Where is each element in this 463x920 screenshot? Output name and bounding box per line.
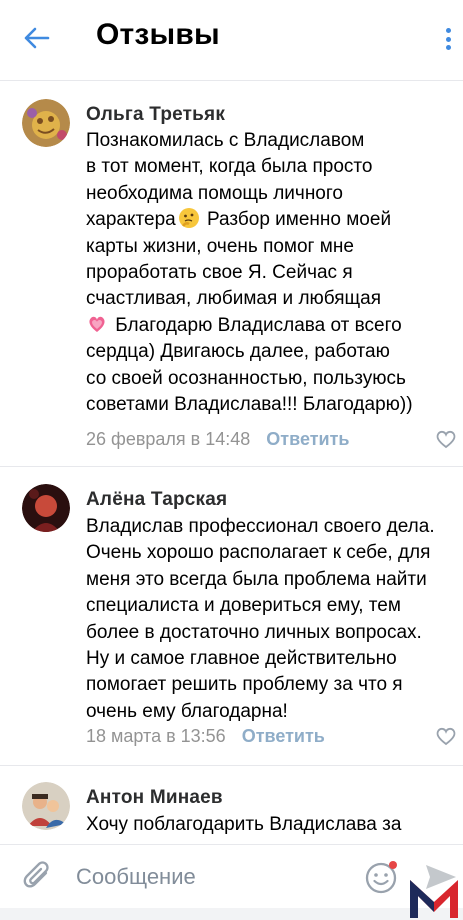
growing-heart-emoji (89, 316, 105, 332)
heart-icon[interactable] (435, 429, 457, 449)
comment-divider (0, 466, 463, 467)
comment-date[interactable]: 18 марта в 13:56 (86, 726, 226, 747)
bottom-bar (0, 908, 463, 920)
more-button[interactable] (437, 24, 459, 54)
arrow-left-icon (24, 27, 50, 49)
avatar[interactable] (22, 484, 70, 532)
avatar-image (22, 99, 70, 147)
comment-text: Владислав профессионал своего дела. Очен… (86, 516, 435, 722)
comment-divider (0, 765, 463, 766)
comment-author[interactable]: Антон Минаев (86, 787, 223, 809)
message-composer (0, 844, 463, 908)
avatar[interactable] (22, 99, 70, 147)
heart-icon[interactable] (435, 726, 457, 746)
thinking-face-emoji (178, 208, 199, 229)
header-divider (0, 80, 463, 81)
comment-text: Хочу поблагодарить Владислава за (86, 814, 402, 835)
comment-author[interactable]: Алёна Тарская (86, 489, 227, 511)
comment-meta: 18 марта в 13:56 Ответить (86, 726, 325, 747)
avatar-image (22, 782, 70, 830)
more-vertical-icon (445, 28, 451, 33)
smile-icon[interactable] (364, 859, 400, 895)
comment-author[interactable]: Ольга Третьяк (86, 104, 225, 126)
page-title: Отзывы (96, 18, 220, 51)
avatar[interactable] (22, 782, 70, 830)
reply-button[interactable]: Ответить (242, 726, 325, 747)
m-logo-icon (410, 880, 458, 918)
avatar-image (22, 484, 70, 532)
message-input[interactable] (76, 857, 346, 897)
comment-meta: 26 февраля в 14:48 Ответить (86, 429, 349, 450)
back-button[interactable] (18, 22, 54, 54)
comment-text: Познакомилась с Владиславом в тот момент… (86, 130, 413, 416)
reply-button[interactable]: Ответить (266, 429, 349, 450)
header: Отзывы (0, 0, 463, 80)
comment-date[interactable]: 26 февраля в 14:48 (86, 429, 250, 450)
paperclip-icon[interactable] (22, 859, 54, 895)
